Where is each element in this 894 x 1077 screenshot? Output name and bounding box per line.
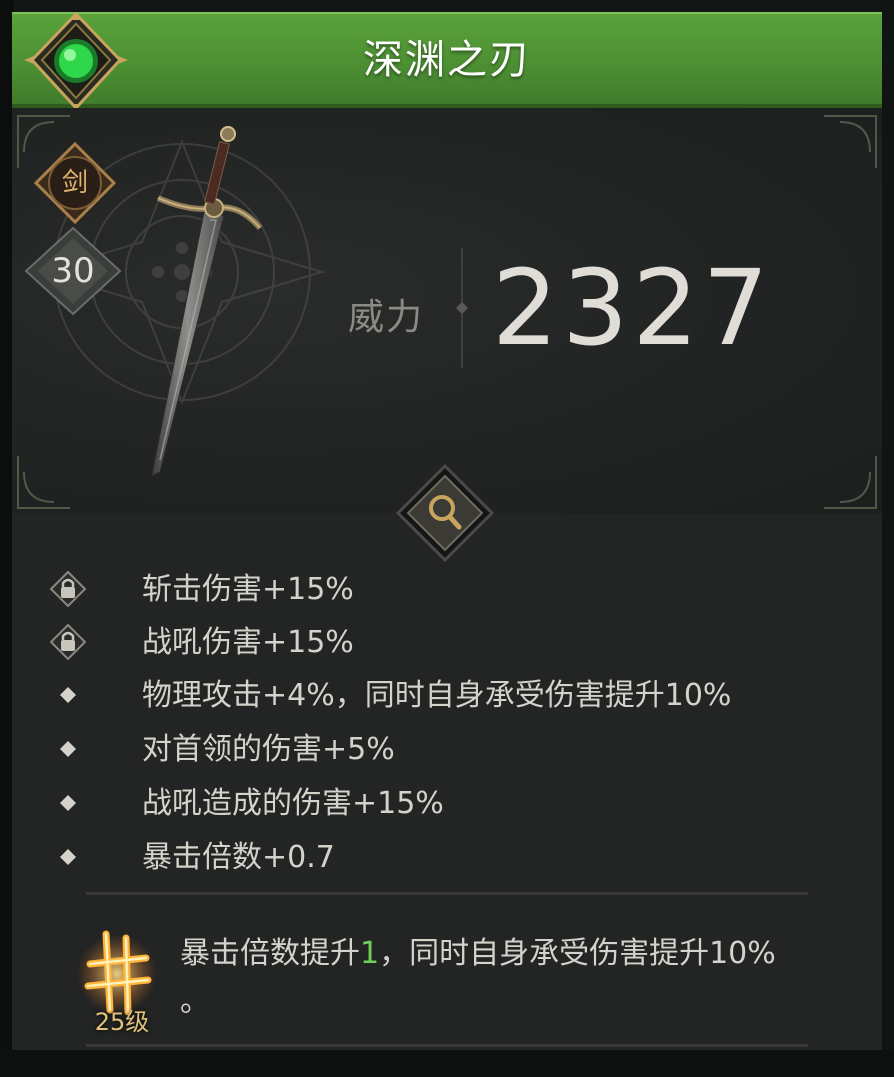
skill-text-part: ，同时自身承受伤害提升10% xyxy=(379,936,776,971)
power-value: 2327 xyxy=(492,247,773,369)
stat-row: 物理攻击+4%，同时自身承受伤害提升10% xyxy=(50,671,850,721)
diamond-bullet-icon xyxy=(60,795,76,811)
item-name: 深渊之刃 xyxy=(363,37,531,83)
power-label: 威力 xyxy=(348,297,425,338)
divider xyxy=(86,1044,808,1047)
skill-text-part: 。 xyxy=(180,984,210,1019)
item-tooltip-card: 深渊之刃 剑 30 威力 2327 斩击伤害+15% 战吼伤害+15% 物理攻击… xyxy=(12,12,882,1050)
stat-text: 对首领的伤害+5% xyxy=(142,732,395,767)
stat-row: 对首领的伤害+5% xyxy=(50,725,850,775)
item-header: 深渊之刃 xyxy=(12,12,882,114)
background-right xyxy=(880,0,894,1077)
diamond-bullet-icon xyxy=(60,687,76,703)
lock-icon xyxy=(50,624,86,660)
skill-text-part: 暴击倍数提升 xyxy=(180,936,360,971)
stat-text: 暴击倍数+0.7 xyxy=(142,840,335,875)
stat-row: 暴击倍数+0.7 xyxy=(50,833,850,883)
stat-row: 战吼伤害+15% xyxy=(50,618,850,668)
stat-text: 战吼伤害+15% xyxy=(142,625,354,660)
skill-level: 25级 xyxy=(94,1008,150,1036)
diamond-bullet-icon xyxy=(60,849,76,865)
power-divider xyxy=(456,248,468,368)
stat-text: 战吼造成的伤害+15% xyxy=(142,786,444,821)
stat-row: 斩击伤害+15% xyxy=(50,565,850,615)
corner-ornament-icon xyxy=(824,456,877,509)
item-level: 30 xyxy=(51,251,95,291)
stat-text: 斩击伤害+15% xyxy=(142,572,354,607)
stat-text: 物理攻击+4%，同时自身承受伤害提升10% xyxy=(142,678,732,713)
rarity-gem-icon xyxy=(24,12,128,114)
corner-ornament-icon xyxy=(17,456,70,509)
weapon-type-label: 剑 xyxy=(61,168,88,198)
corner-ornament-icon xyxy=(824,115,877,168)
inspect-button[interactable] xyxy=(396,464,494,562)
stat-row: 战吼造成的伤害+15% xyxy=(50,779,850,829)
divider xyxy=(86,892,808,895)
skill-description: 暴击倍数提升1，同时自身承受伤害提升10% 。 xyxy=(180,930,860,1026)
diamond-bullet-icon xyxy=(60,741,76,757)
lock-icon xyxy=(50,571,86,607)
sword-icon xyxy=(151,126,263,477)
skill-highlight-value: 1 xyxy=(360,936,380,971)
background-bottom xyxy=(0,1049,894,1077)
